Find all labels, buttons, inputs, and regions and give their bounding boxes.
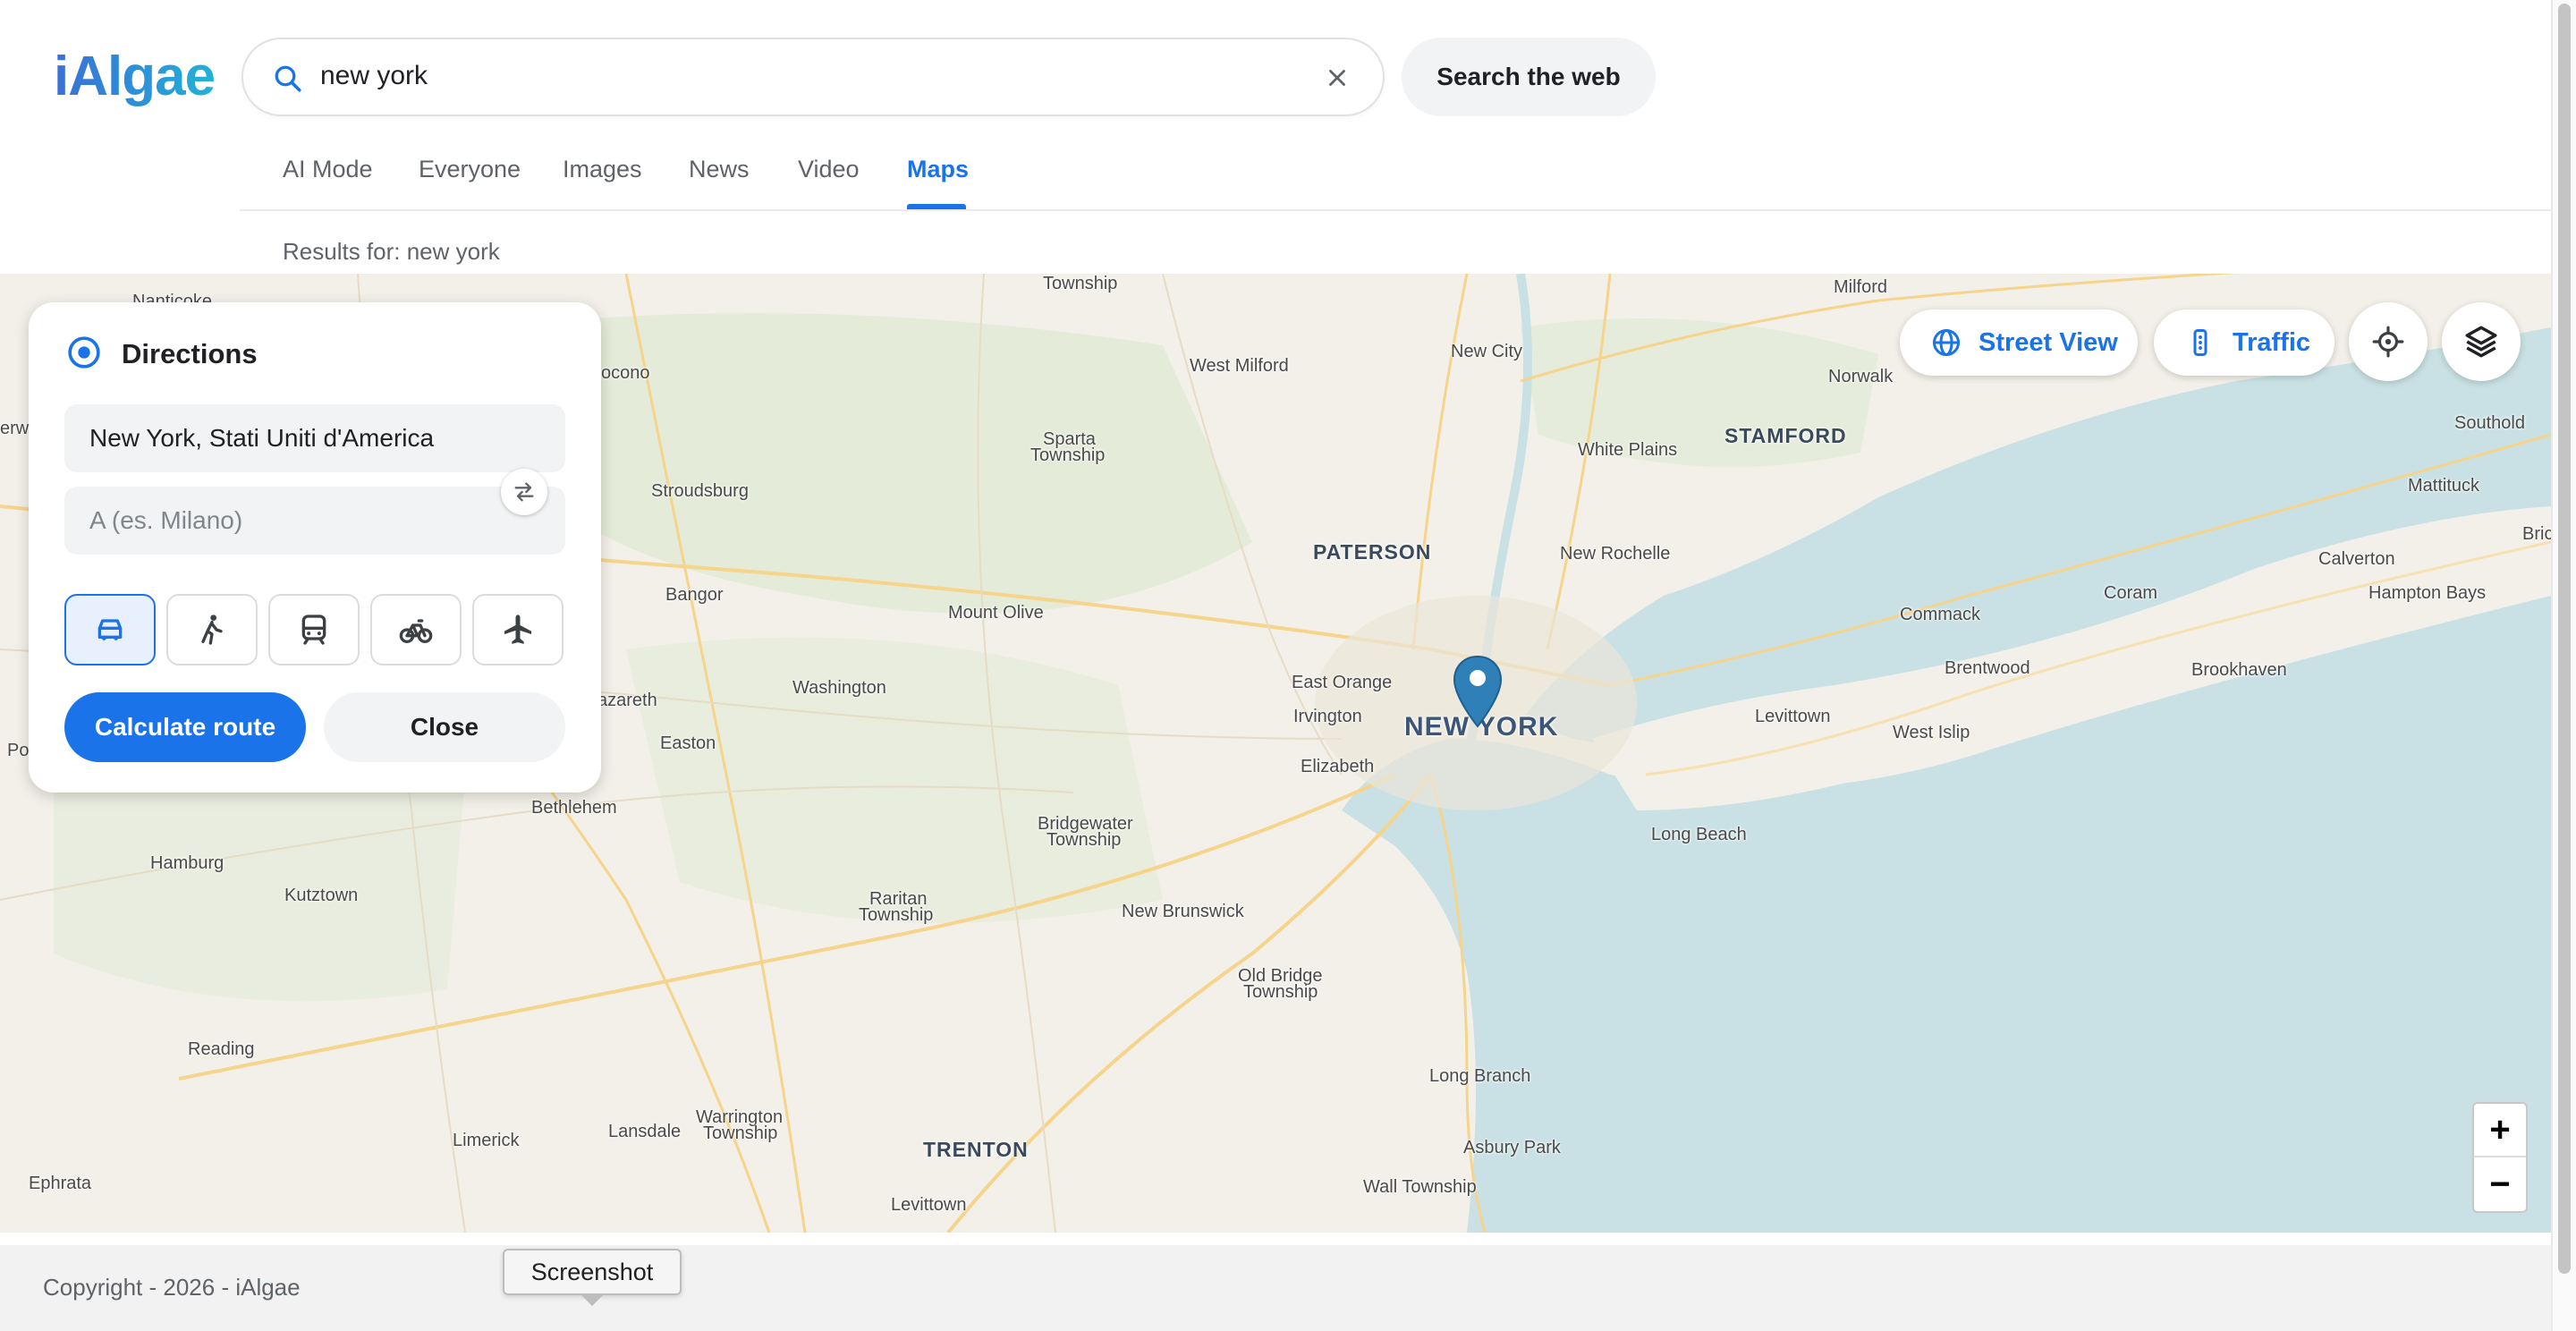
map-label: Stroudsburg (651, 481, 749, 501)
traffic-button[interactable]: Traffic (2154, 309, 2334, 376)
map-label: Wall Township (1363, 1177, 1477, 1197)
location-pin-icon[interactable] (1451, 655, 1504, 730)
map-label: Commack (1900, 605, 1981, 624)
scrollbar-thumb[interactable] (2558, 4, 2571, 1274)
map-label: New City (1451, 342, 1523, 361)
map-label: New Brunswick (1122, 902, 1244, 921)
map-label: Limerick (453, 1131, 520, 1150)
traffic-label: Traffic (2233, 327, 2311, 357)
map-label: Lansdale (608, 1122, 682, 1141)
map-label: Mount Olive (948, 603, 1044, 623)
map-label: Bangor (665, 585, 724, 605)
swap-icon[interactable] (501, 469, 547, 515)
map-label: Brentwood (1945, 658, 2030, 678)
tab-ai-mode[interactable]: AI Mode (283, 156, 373, 183)
bicycle-icon[interactable] (370, 594, 462, 666)
map-label: Township (703, 1123, 778, 1143)
flight-icon[interactable] (472, 594, 564, 666)
map-label: Township (1030, 445, 1106, 465)
map-label: Long Beach (1651, 825, 1747, 844)
map-label: Township (1043, 274, 1118, 293)
traffic-light-icon (2193, 329, 2207, 356)
zoom-control: + − (2472, 1102, 2528, 1213)
origin-field[interactable]: New York, Stati Uniti d'America (64, 404, 565, 472)
target-icon (68, 336, 100, 369)
map-label: West Islip (1893, 723, 1970, 742)
zoom-out-button[interactable]: − (2474, 1157, 2526, 1211)
map-label: Mattituck (2408, 476, 2480, 496)
map-label: White Plains (1578, 440, 1678, 460)
tab-everyone[interactable]: Everyone (419, 156, 521, 183)
results-for-label: Results for: new york (283, 238, 500, 265)
active-tab-indicator (907, 204, 966, 209)
tab-video[interactable]: Video (798, 156, 860, 183)
tooltip-arrow (580, 1293, 605, 1306)
map-label: erw (0, 419, 30, 438)
search-web-button[interactable]: Search the web (1402, 38, 1656, 116)
map-label: West Milford (1190, 356, 1289, 376)
transit-icon[interactable] (268, 594, 360, 666)
street-view-label: Street View (1979, 327, 2118, 357)
walk-icon[interactable] (166, 594, 258, 666)
map-label: Ephrata (29, 1174, 92, 1193)
map-label: Washington (792, 678, 886, 698)
map-label: Calverton (2318, 549, 2395, 569)
search-bar[interactable]: new york (242, 38, 1385, 116)
map-label: PATERSON (1313, 540, 1432, 564)
search-icon (275, 65, 301, 92)
map-label: Coram (2104, 583, 2158, 603)
destination-field[interactable]: A (es. Milano) (64, 487, 565, 555)
locate-icon[interactable] (2349, 302, 2428, 381)
map-label: STAMFORD (1724, 424, 1847, 447)
tab-news[interactable]: News (689, 156, 750, 183)
layers-icon[interactable] (2442, 302, 2521, 381)
directions-panel: Directions New York, Stati Uniti d'Ameri… (29, 302, 601, 793)
map-label: azareth (597, 691, 657, 710)
map-label: Levittown (1755, 707, 1831, 726)
tab-maps[interactable]: Maps (907, 156, 969, 183)
map-label: Elizabeth (1301, 757, 1375, 776)
close-button[interactable]: Close (324, 692, 565, 762)
search-input[interactable]: new york (320, 61, 428, 91)
map-label: Levittown (891, 1195, 967, 1215)
globe-icon (1933, 329, 1960, 356)
map-label: East Orange (1292, 673, 1393, 692)
logo[interactable]: iAlgae (54, 45, 216, 108)
map-label: Irvington (1293, 707, 1362, 726)
map-label: Hampton Bays (2368, 583, 2487, 603)
map-label: Asbury Park (1463, 1138, 1561, 1157)
map-label: Hamburg (150, 853, 225, 873)
map-label: Norwalk (1828, 367, 1894, 386)
footer (0, 1245, 2551, 1331)
map-label: Milford (1834, 277, 1888, 297)
map-label: Reading (188, 1039, 255, 1059)
street-view-button[interactable]: Street View (1900, 309, 2138, 376)
car-icon[interactable] (64, 594, 156, 666)
map-label: Southold (2454, 413, 2525, 433)
map-label: Easton (660, 733, 716, 753)
page: iAlgae new york Search the web AI Mode E… (0, 0, 2576, 1331)
close-icon[interactable] (1324, 64, 1351, 91)
search-tabs: AI Mode Everyone Images News Video Maps (240, 134, 2551, 211)
map-label: ocono (601, 363, 650, 383)
calculate-route-button[interactable]: Calculate route (64, 692, 306, 762)
zoom-in-button[interactable]: + (2474, 1104, 2526, 1157)
scrollbar[interactable] (2551, 0, 2576, 1331)
screenshot-tooltip: Screenshot (503, 1249, 682, 1295)
tab-images[interactable]: Images (563, 156, 642, 183)
map-label: Long Branch (1429, 1066, 1531, 1086)
map-label: Kutztown (284, 886, 359, 905)
map-label: Bric (2522, 524, 2551, 544)
map-label: New Rochelle (1560, 544, 1671, 564)
map-label: Township (1243, 982, 1318, 1002)
copyright-text: Copyright - 2026 - iAlgae (43, 1274, 301, 1301)
map-label: Brookhaven (2191, 660, 2287, 680)
map-label: TRENTON (923, 1138, 1029, 1161)
map-label: Po (7, 741, 30, 760)
directions-title: Directions (122, 338, 258, 369)
map-label: Township (1046, 830, 1122, 850)
map-label: Bethlehem (531, 798, 617, 818)
map-label: Township (859, 905, 934, 925)
